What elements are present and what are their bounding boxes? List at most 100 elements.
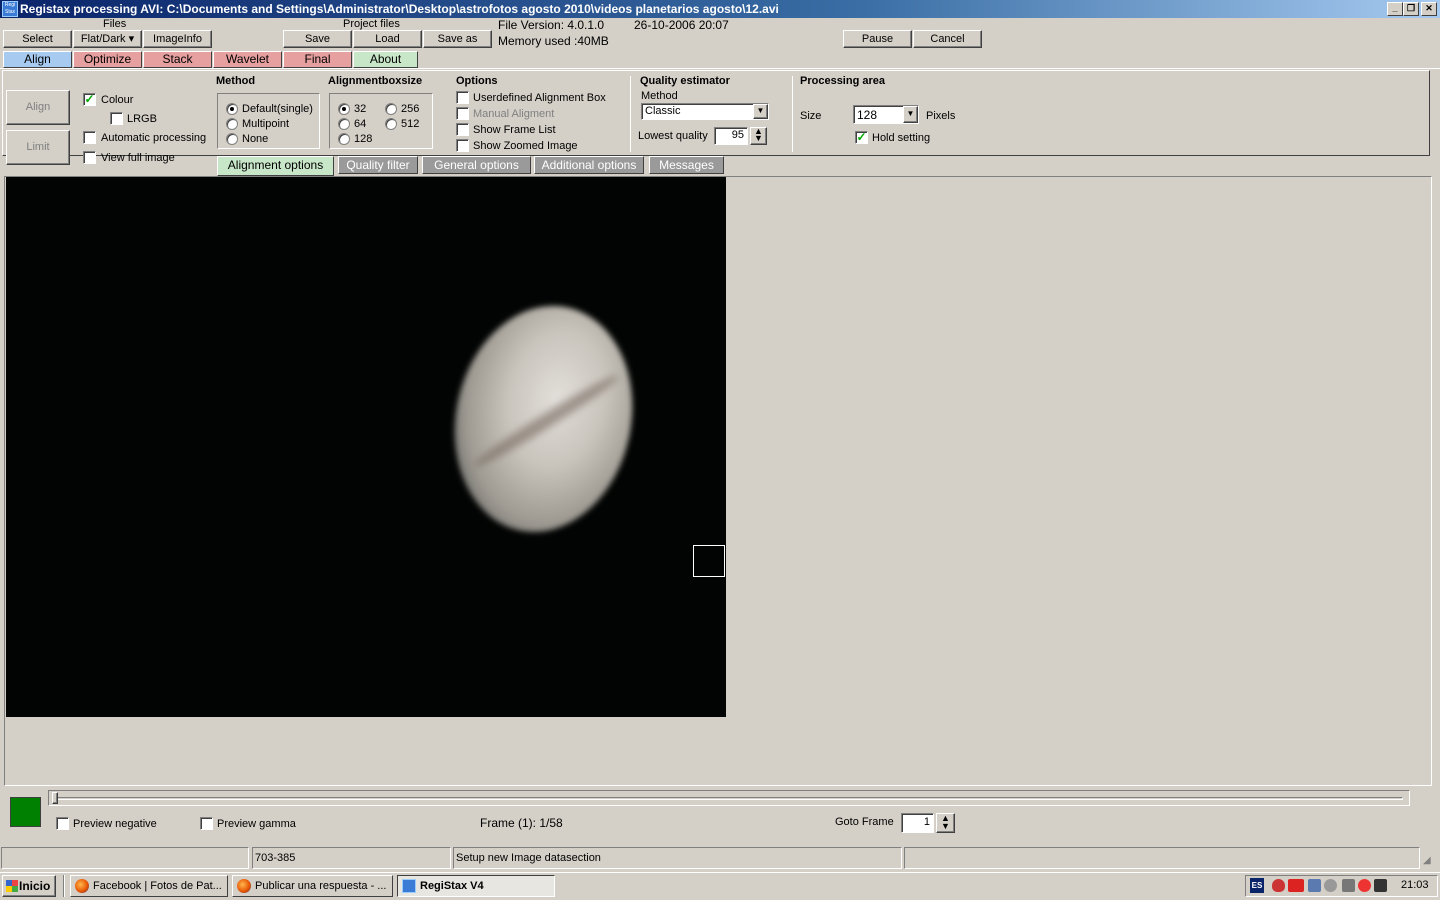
antivirus-icon[interactable] [1272, 879, 1285, 892]
option-checkbox-1 [456, 107, 469, 120]
lowest-quality-spinner[interactable]: ▲ ▼ [750, 127, 767, 145]
slider-thumb[interactable] [52, 792, 58, 804]
chevron-down-icon: ▾ [128, 33, 135, 45]
cancel-button[interactable]: Cancel [913, 30, 982, 48]
option-label: Manual Aligment [473, 108, 555, 120]
hold-setting-label: Hold setting [872, 132, 931, 144]
method-radio-1[interactable] [226, 118, 238, 130]
size-value: 128 [857, 108, 878, 122]
boxsize-radio-32[interactable] [338, 103, 350, 115]
color-swatch [10, 797, 41, 827]
frame-image[interactable] [6, 177, 726, 717]
separator [792, 76, 793, 152]
pause-button[interactable]: Pause [843, 30, 912, 48]
save-button[interactable]: Save [283, 30, 352, 48]
method-radio-2[interactable] [226, 133, 238, 145]
resize-grip-icon[interactable]: ◢ [1423, 855, 1431, 866]
options-title: Options [456, 75, 498, 87]
taskbar-item-registax[interactable]: RegiStax V4 [397, 875, 555, 897]
method-option-label: Default(single) [242, 103, 313, 115]
tab-optimize[interactable]: Optimize [73, 51, 142, 68]
tab-final[interactable]: Final [283, 51, 352, 68]
app-tray-icon[interactable] [1374, 879, 1387, 892]
taskbar-item-facebook[interactable]: Facebook | Fotos de Pat... [70, 875, 228, 897]
boxsize-radio-256[interactable] [385, 103, 397, 115]
limit-button[interactable]: Limit [6, 130, 70, 165]
status-coords: 703-385 [255, 852, 296, 864]
start-button[interactable]: Inicio [2, 875, 56, 897]
tab-stack[interactable]: Stack [143, 51, 212, 68]
subtab-3[interactable]: Additional options [534, 156, 644, 174]
imageinfo-button[interactable]: ImageInfo [143, 30, 212, 48]
ati-icon[interactable] [1288, 879, 1304, 892]
quality-estimator-title: Quality estimator [640, 75, 730, 87]
chevron-down-icon[interactable]: ▼ [903, 106, 918, 123]
update-icon[interactable] [1358, 879, 1371, 892]
method-radio-0[interactable] [226, 103, 238, 115]
save-as-button[interactable]: Save as [423, 30, 492, 48]
preview-negative-checkbox[interactable] [56, 817, 69, 830]
minimize-button[interactable]: _ [1387, 2, 1403, 16]
lowest-quality-input[interactable]: 95 [714, 127, 748, 145]
subtab-4[interactable]: Messages [649, 156, 724, 174]
lrgb-checkbox[interactable] [110, 112, 123, 125]
tab-align[interactable]: Align [3, 51, 72, 68]
language-indicator[interactable]: ES [1250, 878, 1264, 893]
option-checkbox-2[interactable] [456, 123, 469, 136]
start-label: Inicio [19, 879, 51, 893]
hold-setting-checkbox[interactable]: ✓ [855, 131, 868, 144]
device-icon[interactable] [1324, 879, 1337, 892]
option-label: Show Zoomed Image [473, 140, 578, 152]
boxsize-radio-512[interactable] [385, 118, 397, 130]
option-checkbox-3[interactable] [456, 139, 469, 152]
subtab-1[interactable]: Quality filter [338, 156, 418, 174]
firefox-icon [75, 879, 89, 893]
close-button[interactable]: ✕ [1421, 2, 1437, 16]
tab-wavelet[interactable]: Wavelet [213, 51, 282, 68]
registax-icon [402, 879, 416, 893]
separator [630, 76, 631, 152]
lowest-quality-label: Lowest quality [638, 130, 708, 142]
volume-icon[interactable] [1342, 879, 1355, 892]
view-full-image-checkbox[interactable] [83, 151, 96, 164]
boxsize-option-label: 128 [354, 133, 373, 145]
goto-frame-spinner[interactable]: ▲ ▼ [936, 813, 955, 833]
flatdark-button[interactable]: Flat/Dark ▾ [73, 30, 142, 48]
colour-label: Colour [101, 94, 134, 106]
boxsize-radio-64[interactable] [338, 118, 350, 130]
preview-negative-label: Preview negative [73, 818, 157, 830]
quality-method-select[interactable]: Classic ▼ [641, 103, 769, 120]
taskbar-item-publicar[interactable]: Publicar una respuesta - ... [232, 875, 393, 897]
status-cell-1 [1, 847, 249, 869]
project-files-label: Project files [343, 18, 400, 30]
subtab-2[interactable]: General options [422, 156, 531, 174]
preview-gamma-checkbox[interactable] [200, 817, 213, 830]
frame-counter: Frame (1): 1/58 [480, 816, 563, 830]
alignment-box[interactable] [693, 545, 725, 577]
option-checkbox-0[interactable] [456, 91, 469, 104]
subtab-0[interactable]: Alignment options [217, 156, 334, 176]
network-icon[interactable] [1308, 879, 1321, 892]
size-select[interactable]: 128 ▼ [853, 105, 919, 124]
automatic-processing-checkbox[interactable] [83, 131, 96, 144]
goto-frame-input[interactable]: 1 [901, 813, 934, 833]
file-version: File Version: 4.0.1.0 [498, 18, 605, 32]
select-button[interactable]: Select [3, 30, 72, 48]
colour-checkbox[interactable]: ✓ [83, 93, 96, 106]
boxsize-radio-128[interactable] [338, 133, 350, 145]
frame-slider[interactable] [48, 790, 1410, 806]
chevron-down-icon[interactable]: ▼ [753, 104, 768, 119]
taskbar-item-label: Facebook | Fotos de Pat... [93, 880, 222, 892]
taskbar-separator [63, 875, 65, 897]
tab-about[interactable]: About [353, 51, 418, 68]
slider-track [53, 797, 1403, 800]
maximize-button[interactable]: ❐ [1403, 2, 1419, 16]
method-option-label: None [242, 133, 269, 145]
taskbar-item-label: RegiStax V4 [420, 880, 484, 892]
tab-divider [0, 68, 1440, 69]
load-button[interactable]: Load [353, 30, 422, 48]
window-title: Registax processing AVI: C:\Documents an… [0, 0, 1440, 18]
status-message: Setup new Image datasection [456, 852, 601, 864]
align-button[interactable]: Align [6, 90, 70, 125]
automatic-processing-label: Automatic processing [101, 132, 207, 144]
